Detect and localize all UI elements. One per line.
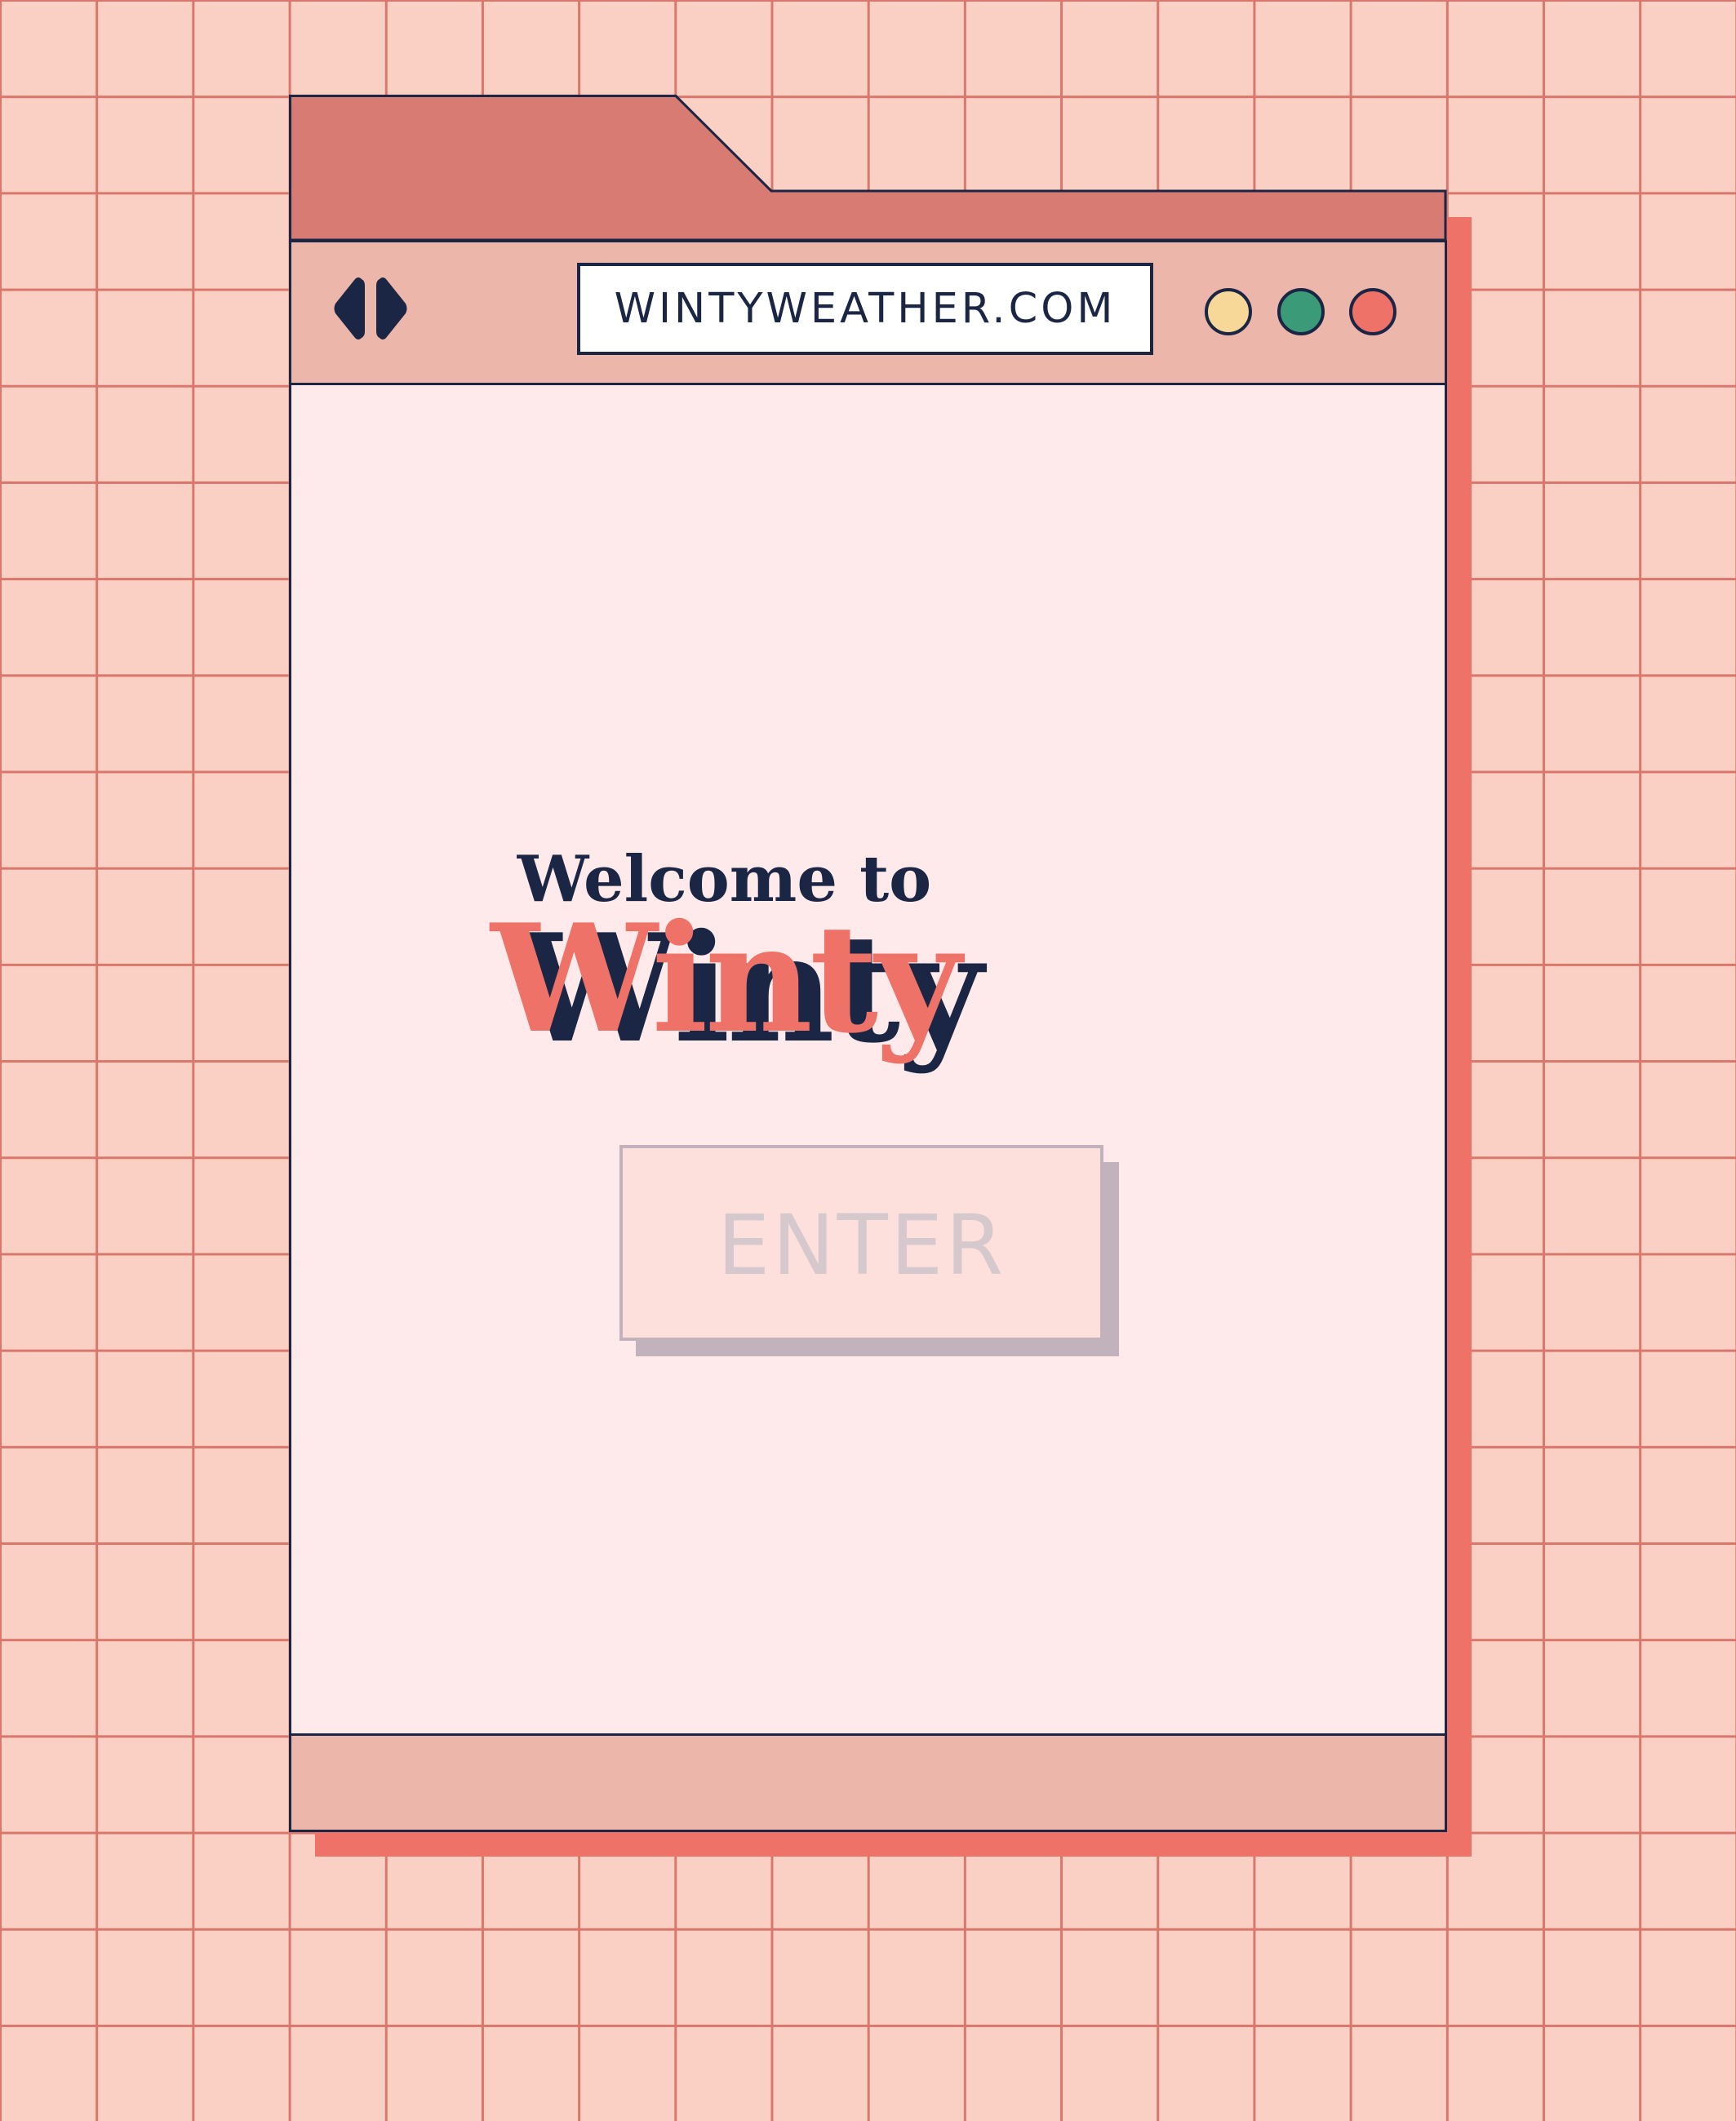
close-button[interactable] [1349, 288, 1396, 335]
page-content: Welcome to Winty Winty [289, 385, 1447, 1736]
minimize-button[interactable] [1205, 288, 1252, 335]
url-field[interactable]: WINTYWEATHER.COM [577, 263, 1153, 355]
navigation-arrows [334, 276, 407, 341]
address-toolbar: WINTYWEATHER.COM [289, 240, 1447, 385]
nav-arrows-graphic [334, 277, 407, 339]
status-bar [289, 1736, 1447, 1832]
brand-logo: Winty Winty [291, 891, 1157, 1076]
browser-tab [289, 95, 1447, 242]
brand-logo-text: Winty [491, 891, 961, 1066]
back-arrow-icon[interactable] [334, 277, 366, 339]
enter-button[interactable]: ENTER [619, 1145, 1103, 1341]
maximize-button[interactable] [1277, 288, 1325, 335]
browser-window: WINTYWEATHER.COM Welcome to Winty Winty [289, 95, 1447, 1832]
forward-arrow-icon[interactable] [376, 277, 407, 339]
